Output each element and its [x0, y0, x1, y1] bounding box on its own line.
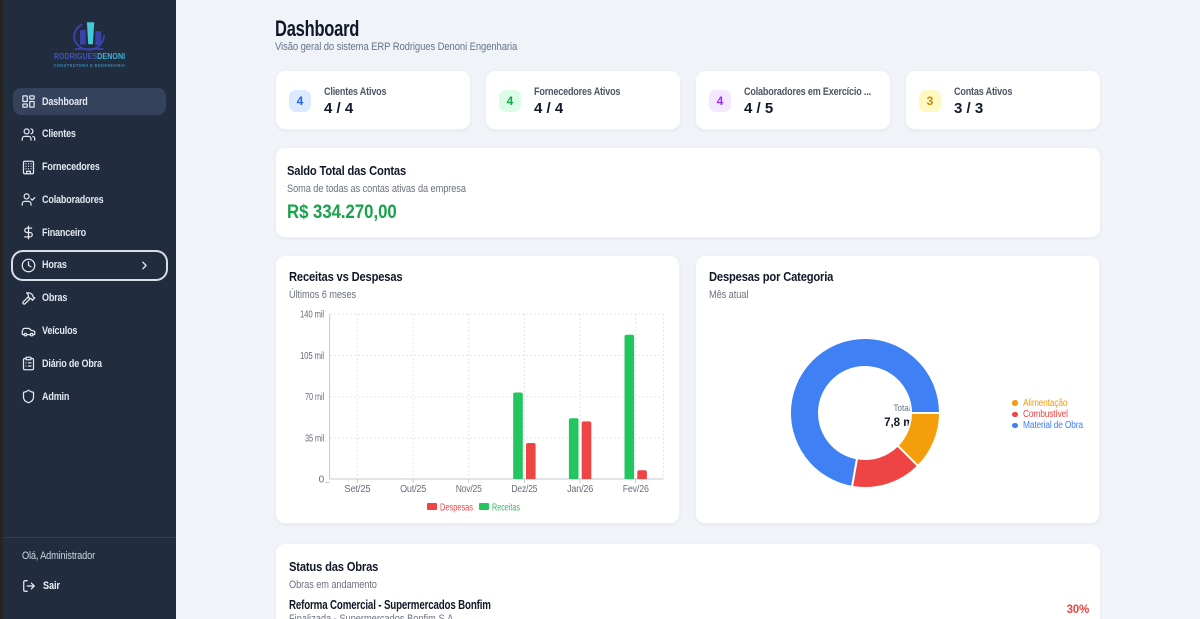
svg-text:Dez/25: Dez/25: [511, 484, 538, 495]
svg-text:105 mil: 105 mil: [300, 351, 324, 362]
svg-text:140 mil: 140 mil: [300, 310, 324, 321]
svg-text:35 mil: 35 mil: [305, 434, 324, 445]
svg-text:Nov/25: Nov/25: [456, 484, 483, 495]
svg-text:Fev/26: Fev/26: [623, 484, 650, 495]
svg-text:70 mil: 70 mil: [305, 392, 324, 403]
svg-text:0: 0: [319, 475, 325, 486]
svg-text:Receitas: Receitas: [492, 503, 520, 514]
svg-text:Despesas: Despesas: [440, 503, 473, 514]
svg-text:Jan/26: Jan/26: [567, 484, 594, 495]
svg-text:Set/25: Set/25: [344, 484, 371, 495]
svg-text:Out/25: Out/25: [400, 484, 427, 495]
